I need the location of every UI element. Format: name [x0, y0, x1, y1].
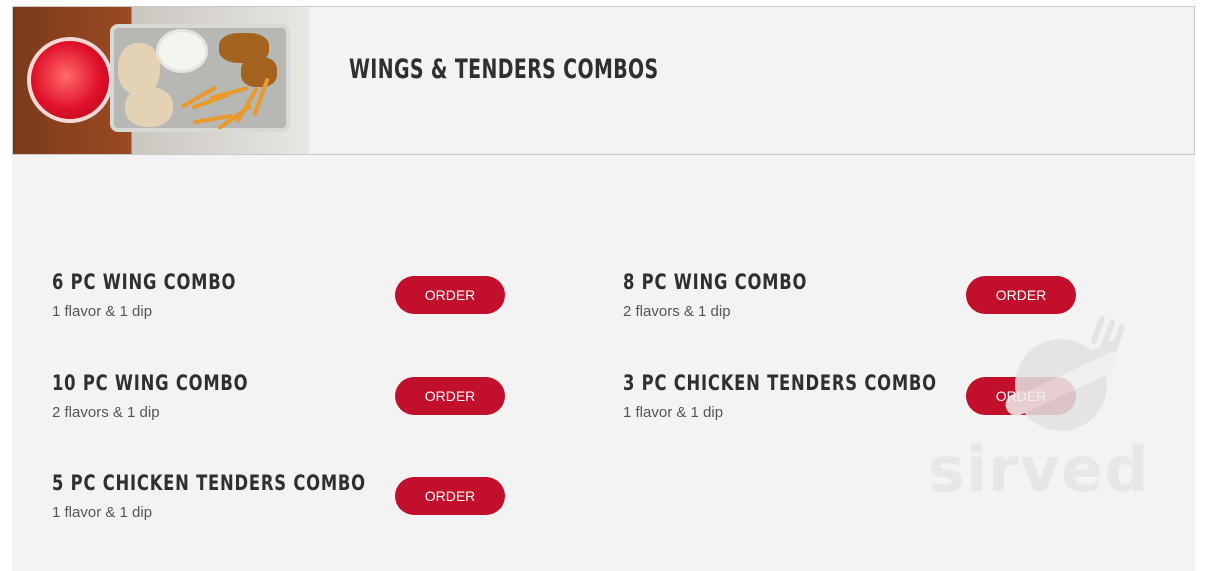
watermark-text: sirved: [928, 433, 1150, 506]
item-description: 1 flavor & 1 dip: [52, 303, 153, 320]
menu-item: 6 PC WING COMBO 1 flavor & 1 dip ORDER: [52, 270, 522, 330]
menu-item: 10 PC WING COMBO 2 flavors & 1 dip ORDER: [52, 371, 522, 431]
dip-cup: [156, 29, 208, 73]
item-description: 2 flavors & 1 dip: [52, 404, 160, 421]
wing: [241, 57, 277, 87]
item-name: 3 PC CHICKEN TENDERS COMBO: [623, 371, 937, 395]
tender: [125, 87, 173, 127]
menu-item: 5 PC CHICKEN TENDERS COMBO 1 flavor & 1 …: [52, 471, 522, 531]
order-button[interactable]: ORDER: [395, 377, 505, 415]
item-name: 6 PC WING COMBO: [52, 270, 237, 294]
item-name: 10 PC WING COMBO: [52, 371, 249, 395]
order-button[interactable]: ORDER: [966, 276, 1076, 314]
item-description: 1 flavor & 1 dip: [623, 404, 724, 421]
order-button[interactable]: ORDER: [395, 276, 505, 314]
item-description: 1 flavor & 1 dip: [52, 504, 153, 521]
fork-knife-icon: [1005, 315, 1126, 431]
item-description: 2 flavors & 1 dip: [623, 303, 731, 320]
category-image: [13, 7, 309, 154]
order-button[interactable]: ORDER: [395, 477, 505, 515]
item-name: 5 PC CHICKEN TENDERS COMBO: [52, 471, 366, 495]
category-header: WINGS & TENDERS COMBOS: [12, 6, 1195, 155]
item-name: 8 PC WING COMBO: [623, 270, 808, 294]
drink-cup: [27, 37, 113, 123]
sirved-watermark: sirved: [928, 315, 1158, 506]
page-title: WINGS & TENDERS COMBOS: [349, 54, 659, 85]
